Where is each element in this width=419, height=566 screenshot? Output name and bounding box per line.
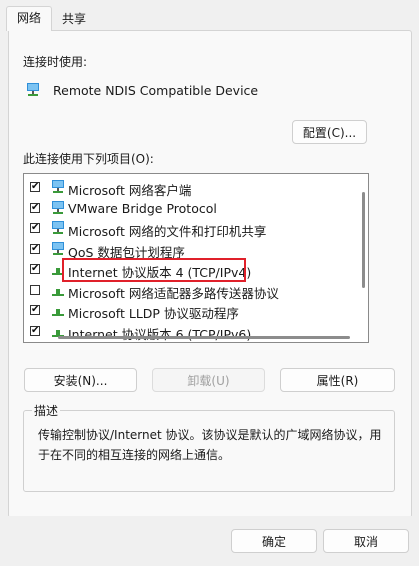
item-label: Internet 协议版本 6 (TCP/IPv6) bbox=[68, 326, 252, 342]
items-label: 此连接使用下列项目(O): bbox=[23, 152, 154, 166]
tab-sharing[interactable]: 共享 bbox=[56, 8, 92, 30]
description-group: 描述 传输控制协议/Internet 协议。该协议是默认的广域网络协议，用于在不… bbox=[23, 402, 395, 492]
network-client-icon bbox=[52, 221, 64, 234]
protocol-icon bbox=[52, 309, 64, 316]
item-label: Microsoft 网络的文件和打印机共享 bbox=[68, 224, 267, 239]
item-checkbox[interactable]: ✔ bbox=[30, 264, 40, 274]
configure-button[interactable]: 配置(C)... bbox=[292, 120, 367, 144]
list-item[interactable]: ✔ Microsoft 网络客户端 bbox=[30, 178, 368, 198]
item-checkbox[interactable]: ✔ bbox=[30, 325, 40, 336]
item-checkbox[interactable] bbox=[30, 284, 40, 295]
description-text: 传输控制协议/Internet 协议。该协议是默认的广域网络协议，用于在不同的相… bbox=[38, 428, 382, 462]
install-button[interactable]: 安装(N)... bbox=[24, 368, 137, 392]
tab-network[interactable]: 网络 bbox=[6, 6, 52, 31]
ok-button[interactable]: 确定 bbox=[231, 529, 317, 553]
list-item[interactable]: ✔ VMware Bridge Protocol bbox=[30, 199, 368, 219]
list-item[interactable]: ✔ Microsoft 网络的文件和打印机共享 bbox=[30, 219, 368, 239]
connect-using-label: 连接时使用: bbox=[23, 55, 88, 69]
item-label: VMware Bridge Protocol bbox=[68, 200, 217, 216]
protocol-icon bbox=[52, 288, 64, 296]
adapter-name: Remote NDIS Compatible Device bbox=[53, 83, 259, 98]
item-label: Microsoft LLDP 协议驱动程序 bbox=[68, 306, 239, 321]
item-checkbox[interactable]: ✔ bbox=[30, 305, 40, 315]
item-checkbox[interactable]: ✔ bbox=[30, 182, 40, 192]
network-client-icon bbox=[52, 200, 64, 214]
item-label: Microsoft 网络适配器多路传送器协议 bbox=[68, 285, 279, 301]
item-checkbox[interactable]: ✔ bbox=[30, 202, 40, 213]
network-adapter-icon bbox=[27, 83, 39, 96]
adapter-display: Remote NDIS Compatible Device bbox=[15, 77, 387, 109]
item-checkbox[interactable]: ✔ bbox=[30, 243, 40, 254]
list-item[interactable]: Microsoft 网络适配器多路传送器协议 bbox=[30, 281, 368, 301]
properties-button[interactable]: 属性(R) bbox=[280, 368, 395, 392]
cancel-button[interactable]: 取消 bbox=[323, 529, 409, 553]
highlight-box bbox=[62, 258, 246, 282]
horizontal-scrollbar[interactable] bbox=[58, 336, 350, 339]
network-client-icon bbox=[52, 241, 64, 255]
vertical-scrollbar[interactable] bbox=[362, 192, 365, 288]
list-item[interactable]: ✔ QoS 数据包计划程序 bbox=[30, 240, 368, 260]
network-client-icon bbox=[52, 180, 64, 193]
uninstall-button: 卸载(U) bbox=[152, 368, 265, 392]
tab-strip: 网络 共享 bbox=[0, 0, 419, 31]
item-label: Microsoft 网络客户端 bbox=[68, 183, 192, 198]
item-checkbox[interactable]: ✔ bbox=[30, 223, 40, 233]
list-item[interactable]: ✔ Microsoft LLDP 协议驱动程序 bbox=[30, 301, 368, 321]
description-title: 描述 bbox=[32, 402, 61, 419]
